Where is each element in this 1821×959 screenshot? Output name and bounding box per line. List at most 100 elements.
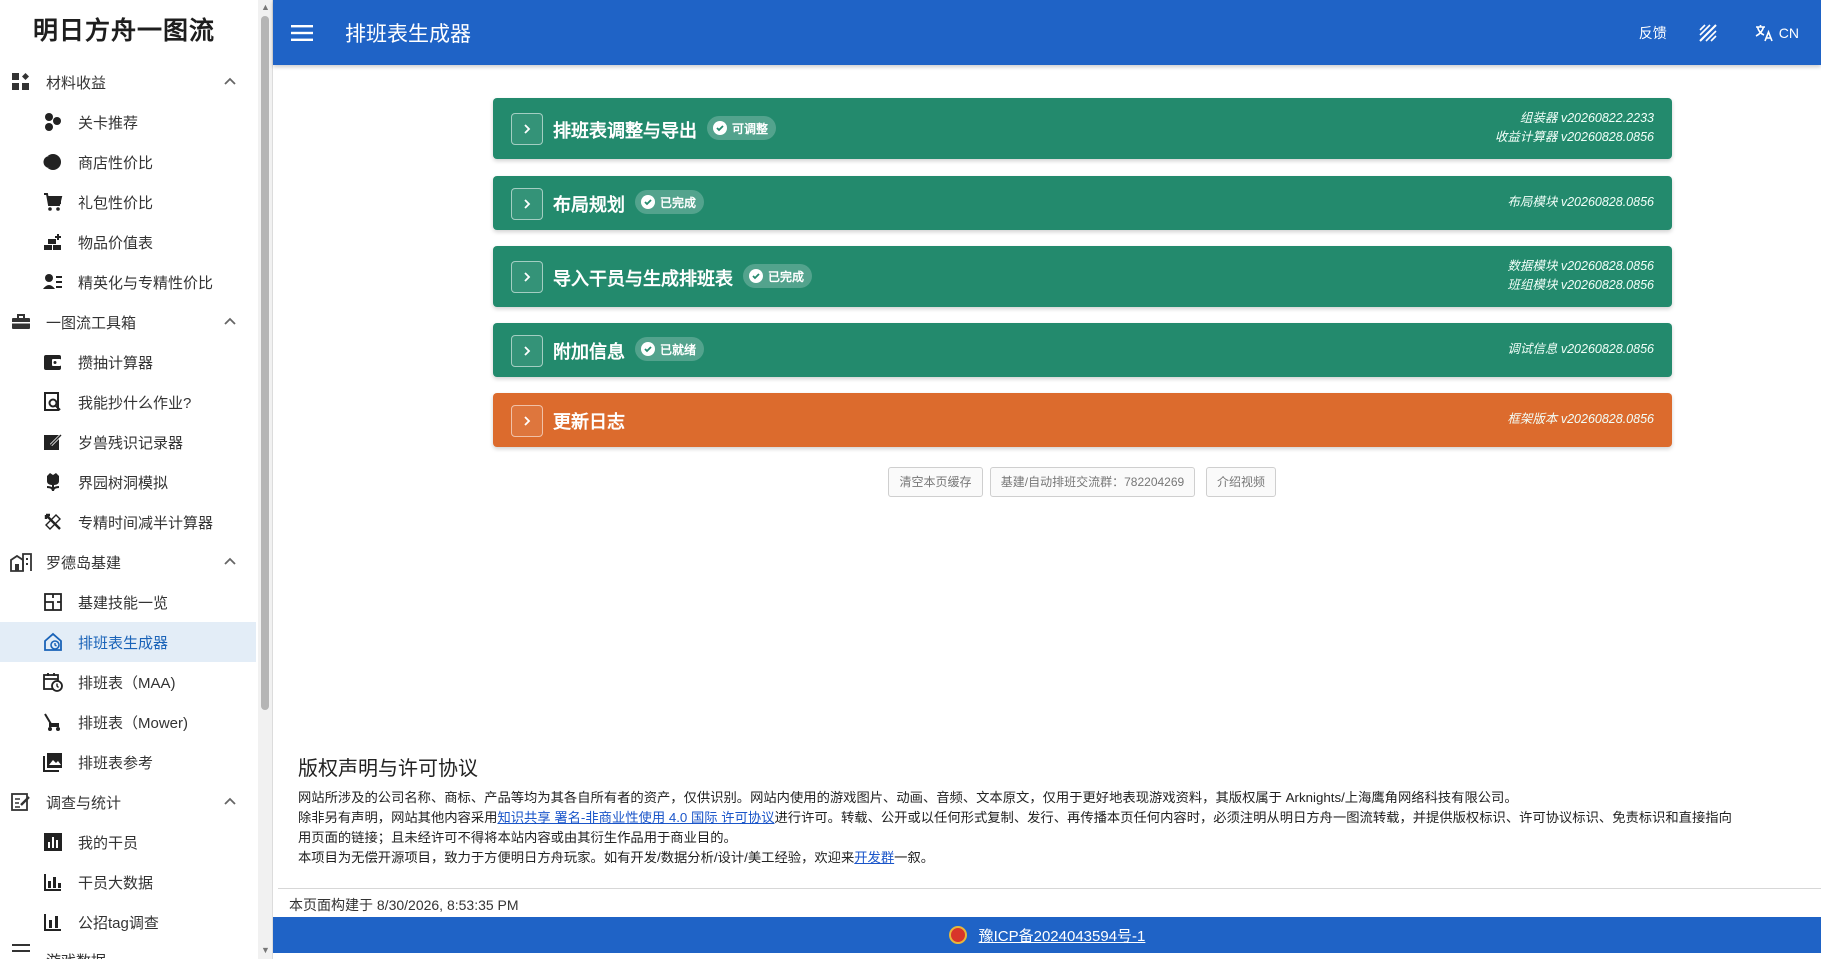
nav-item-schedule-reference[interactable]: 排班表参考 <box>0 742 256 782</box>
text: 进行许可。转载、公开或以任何形式复制、发行、再传播本页任何内容时，必须注明从明日… <box>774 810 1732 825</box>
nav-item-mastery-halving[interactable]: 专精时间减半计算器 <box>0 502 256 542</box>
scroll-up-arrow-icon[interactable]: ▲ <box>261 2 270 12</box>
layout-icon <box>42 591 64 613</box>
panel-changelog[interactable]: 更新日志 框架版本 v20260828.0856 <box>493 393 1672 447</box>
mower-icon <box>42 711 64 733</box>
nav-item-my-operators[interactable]: 我的干员 <box>0 822 256 862</box>
scrollbar-thumb[interactable] <box>261 16 269 710</box>
nav-item-schedule-generator[interactable]: 排班表生成器 <box>0 622 256 662</box>
nav-label: 排班表参考 <box>78 754 154 772</box>
section-materials[interactable]: 材料收益 <box>0 62 258 102</box>
language-label: CN <box>1778 24 1799 41</box>
nav-item-shop-value[interactable]: 商店性价比 <box>0 142 256 182</box>
chevron-up-icon[interactable] <box>222 554 238 570</box>
translate-icon <box>1755 24 1773 41</box>
nav-item-tree-sim[interactable]: 界园树洞模拟 <box>0 462 256 502</box>
nav-label: 公招tag调查 <box>78 914 159 932</box>
nav-item-operator-stats[interactable]: 干员大数据 <box>0 862 256 902</box>
contrast-icon <box>1699 23 1717 42</box>
nav-item-item-value[interactable]: 物品价值表 <box>0 222 256 262</box>
nav-label: 基建技能一览 <box>78 594 169 612</box>
build-time: 本页面构建于 8/30/2026, 8:53:35 PM <box>289 897 519 913</box>
expand-button[interactable] <box>511 405 543 437</box>
dev-group-link[interactable]: 开发群 <box>854 850 894 865</box>
nav-item-elite-value[interactable]: 精英化与专精性价比 <box>0 262 256 302</box>
license-link[interactable]: 知识共享 署名-非商业性使用 4.0 国际 许可协议 <box>497 810 774 825</box>
expand-button[interactable] <box>511 261 543 293</box>
chevron-up-icon[interactable] <box>222 314 238 330</box>
version-info: 组装器 v20260822.2233 收益计算器 v20260828.0856 <box>1495 109 1654 147</box>
status-chip-label: 已就绪 <box>660 342 697 357</box>
section-label: 材料收益 <box>46 74 107 92</box>
version-line: 班组模块 v20260828.0856 <box>1507 278 1654 292</box>
survey-icon <box>10 791 32 813</box>
version-line: 布局模块 v20260828.0856 <box>1507 195 1654 209</box>
nav-label: 排班表（Mower) <box>78 714 189 732</box>
section-survey[interactable]: 调查与统计 <box>0 782 258 822</box>
search-doc-icon <box>42 391 64 413</box>
panel-import-operators[interactable]: 导入干员与生成排班表 已完成 数据模块 v20260828.0856 班组模块 v… <box>493 246 1672 307</box>
copyright-body: 网站所涉及的公司名称、商标、产品等均为其各自所有者的资产，仅供识别。网站内使用的… <box>298 788 1821 868</box>
bar-chart-icon <box>42 911 64 933</box>
panel-extra-info[interactable]: 附加信息 已就绪 调试信息 v20260828.0856 <box>493 323 1672 377</box>
expand-button[interactable] <box>511 113 543 145</box>
status-chip: 可调整 <box>707 116 777 140</box>
version-line: 框架版本 v20260828.0856 <box>1507 412 1654 426</box>
section-toolbox[interactable]: 一图流工具箱 <box>0 302 258 342</box>
version-line: 数据模块 v20260828.0856 <box>1507 259 1654 273</box>
chevron-right-icon <box>524 346 531 356</box>
nav-item-recruit-tags[interactable]: 公招tag调查 <box>0 902 256 942</box>
feedback-button[interactable]: 反馈 <box>1639 23 1667 43</box>
nav-item-copy-homework[interactable]: 我能抄什么作业? <box>0 382 256 422</box>
panel-schedule-export[interactable]: 排班表调整与导出 可调整 组装器 v20260822.2233 收益计算器 v20… <box>493 98 1672 159</box>
scroll-down-arrow-icon[interactable]: ▼ <box>261 945 270 955</box>
chevron-up-icon[interactable] <box>222 74 238 90</box>
version-line: 收益计算器 v20260828.0856 <box>1494 130 1654 144</box>
icp-text: 豫ICP备2024043594号-1 <box>978 927 1146 945</box>
flower-icon <box>42 471 64 493</box>
theme-toggle-button[interactable] <box>1697 22 1725 44</box>
nav-label: 界园树洞模拟 <box>78 474 169 492</box>
stacked-bar-icon <box>42 871 64 893</box>
intro-video-button[interactable]: 介绍视频 <box>1206 467 1276 497</box>
panel-title: 布局规划 <box>553 195 625 215</box>
version-line: 调试信息 v20260828.0856 <box>1507 342 1654 356</box>
nav-item-pack-value[interactable]: 礼包性价比 <box>0 182 256 222</box>
copyright-heading: 版权声明与许可协议 <box>298 758 478 780</box>
site-brand[interactable]: 明日方舟一图流 <box>0 0 258 62</box>
section-game-data[interactable]: 游戏数据 <box>0 942 258 959</box>
version-info: 布局模块 v20260828.0856 <box>1507 193 1654 212</box>
nav-item-base-skills[interactable]: 基建技能一览 <box>0 582 256 622</box>
nav-label: 排班表（MAA) <box>78 674 176 692</box>
clear-cache-button[interactable]: 清空本页缓存 <box>888 467 983 497</box>
status-chip: 已就绪 <box>635 337 705 361</box>
sidebar-scrollbar[interactable]: ▲ ▼ <box>258 0 272 959</box>
text: 本项目为无偿开源项目，致力于方便明日方舟玩家。如有开发/数据分析/设计/美工经验… <box>298 850 855 865</box>
panel-title: 附加信息 <box>553 342 625 362</box>
panel-layout-planning[interactable]: 布局规划 已完成 布局模块 v20260828.0856 <box>493 176 1672 230</box>
expand-button[interactable] <box>511 188 543 220</box>
copyright-line: 用页面的链接；且未经许可不得将本站内容或由其衍生作品用于商业目的。 <box>298 830 737 845</box>
nav-item-stage-recommend[interactable]: 关卡推荐 <box>0 102 256 142</box>
section-base[interactable]: 罗德岛基建 <box>0 542 258 582</box>
nav-item-schedule-mower[interactable]: 排班表（Mower) <box>0 702 256 742</box>
icp-link[interactable]: 豫ICP备2024043594号-1 <box>948 925 1146 946</box>
nav-label: 专精时间减半计算器 <box>78 514 214 532</box>
status-chip: 已完成 <box>635 190 705 214</box>
calendar-clock-icon <box>42 671 64 693</box>
language-button[interactable]: CN <box>1755 24 1799 42</box>
expand-button[interactable] <box>511 335 543 367</box>
chevron-right-icon <box>524 124 531 134</box>
menu-icon[interactable] <box>289 20 315 46</box>
nav-item-schedule-maa[interactable]: 排班表（MAA) <box>0 662 256 702</box>
nav-item-sui-recorder[interactable]: 岁兽残识记录器 <box>0 422 256 462</box>
moon-icon <box>42 151 64 173</box>
nav-label: 关卡推荐 <box>78 114 139 132</box>
text: 除非另有声明，网站其他内容采用 <box>298 810 498 825</box>
top-app-bar: 排班表生成器 反馈 CN <box>273 0 1821 65</box>
copyright-line: 网站所涉及的公司名称、商标、产品等均为其各自所有者的资产，仅供识别。网站内使用的… <box>298 790 1518 805</box>
nav-item-pull-calculator[interactable]: 攒抽计算器 <box>0 342 256 382</box>
wallet-icon <box>42 351 64 373</box>
group-button[interactable]: 基建/自动排班交流群：782204269 <box>990 467 1195 497</box>
chevron-up-icon[interactable] <box>222 794 238 810</box>
